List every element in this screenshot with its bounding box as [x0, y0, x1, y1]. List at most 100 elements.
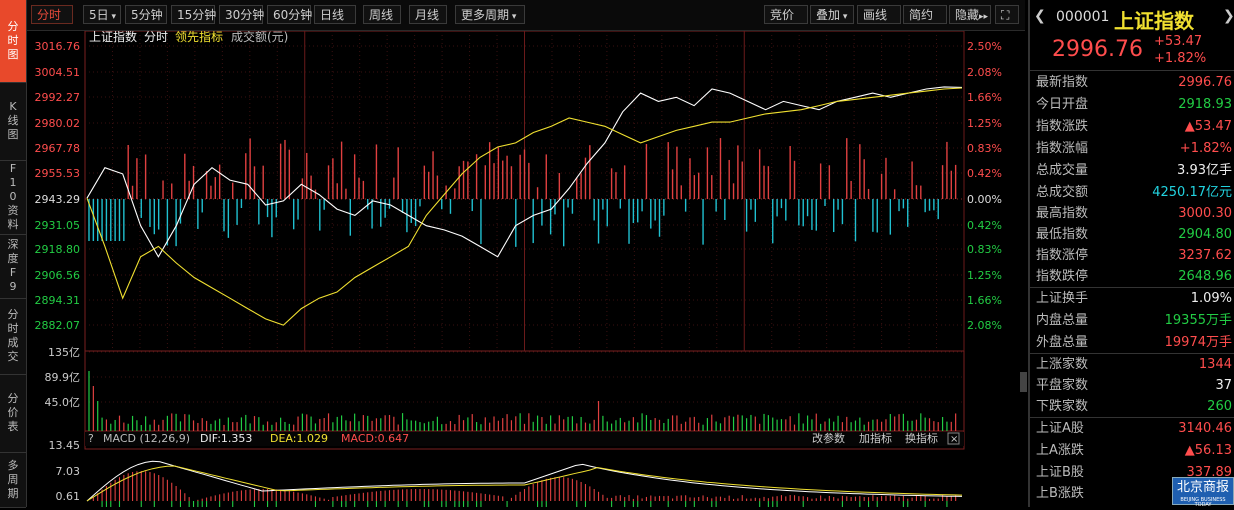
macd-action-button[interactable]: 换指标 [905, 431, 938, 445]
stat-row: 总成交额 4250.17亿元 [1034, 182, 1234, 203]
stock-name: 上证指数 [1114, 9, 1194, 33]
pct-tick-label: 1.66% [967, 91, 1002, 104]
pct-tick-label: 0.00% [967, 193, 1002, 206]
price-tick-label: 3004.51 [35, 66, 81, 79]
stat-label: 内盘总量 [1036, 313, 1089, 328]
stat-row: 上涨家数 1344 [1034, 354, 1234, 375]
period-button-1[interactable]: 5日 ▾ [83, 5, 121, 24]
stat-value: 2904.80 [1178, 227, 1232, 242]
stat-label: 平盘家数 [1036, 378, 1089, 393]
stat-value: +1.82% [1179, 141, 1232, 156]
macd-action-button[interactable]: 改参数 [812, 431, 845, 445]
price-tick-label: 3016.76 [35, 40, 81, 53]
pct-tick-label: 2.08% [967, 319, 1002, 332]
macd-action-button[interactable]: 加指标 [859, 431, 892, 445]
close-icon-glyph: × [950, 434, 958, 445]
nav-tab-0[interactable]: 分时图 [0, 0, 26, 83]
stat-label: 外盘总量 [1036, 335, 1089, 350]
period-toolbar: 分时 5日 ▾ 5分钟 15分钟 30分钟 60分钟 日线 周线 月线 更多周期 ▾ 竞价 叠加 ▾ 画… [27, 0, 1025, 31]
stat-value: 37 [1215, 378, 1232, 393]
price-tick-label: 2980.02 [35, 117, 81, 130]
period-label: 60分钟 [273, 8, 313, 22]
period-label: 30分钟 [225, 8, 265, 22]
tool-button-4[interactable]: 隐藏▸▸ [949, 5, 991, 24]
stat-label: 上A涨跌 [1036, 443, 1084, 458]
macd-tick-label: 7.03 [56, 465, 81, 478]
tool-button-1[interactable]: 叠加 ▾ [810, 5, 854, 24]
price-tick-label: 2955.53 [35, 167, 81, 180]
stat-row: 内盘总量 19355万手 [1034, 310, 1234, 331]
panel-collapse-handle[interactable] [1020, 372, 1027, 392]
pct-tick-label: 1.25% [967, 117, 1002, 130]
tool-button-3[interactable]: 简约 [903, 5, 947, 24]
nav-next-icon[interactable]: ❯ [1223, 8, 1234, 24]
stat-value: 2996.76 [1178, 75, 1232, 90]
pct-tick-label: 0.42% [967, 219, 1002, 232]
price-tick-label: 2967.78 [35, 142, 81, 155]
period-label: 更多周期 [461, 8, 510, 22]
period-button-5[interactable]: 60分钟 [267, 5, 313, 24]
nav-tab-label: 多周期 [7, 458, 19, 500]
stat-row: 今日开盘 2918.93 [1034, 94, 1234, 115]
expand-icon: ▸▸ [979, 12, 989, 22]
nav-tab-3[interactable]: 深度F9 [0, 234, 26, 299]
stat-value: 19355万手 [1164, 313, 1232, 328]
stat-value: ▲53.47 [1184, 119, 1232, 134]
stat-row: 最新指数 2996.76 [1034, 72, 1234, 93]
period-button-0[interactable]: 分时 [31, 5, 73, 24]
chevron-down-icon: ▾ [108, 12, 117, 22]
tool-button-0[interactable]: 竞价 [764, 5, 808, 24]
period-button-6[interactable]: 日线 [314, 5, 356, 24]
nav-tab-6[interactable]: 多周期 [0, 452, 26, 508]
legend-name: 上证指数 [89, 31, 137, 44]
price-tick-label: 2931.05 [35, 219, 81, 232]
stat-row: 指数涨跌 ▲53.47 [1034, 116, 1234, 137]
period-button-2[interactable]: 5分钟 [125, 5, 167, 24]
stat-label: 指数跌停 [1036, 269, 1089, 284]
nav-tab-4[interactable]: 分时成交 [0, 298, 26, 375]
period-button-9[interactable]: 更多周期 ▾ [455, 5, 525, 24]
legend-lead: 领先指标 [175, 31, 223, 44]
period-button-3[interactable]: 15分钟 [171, 5, 216, 24]
tool-label: 简约 [909, 8, 934, 22]
nav-tab-1[interactable]: K线图 [0, 82, 26, 161]
nav-prev-icon[interactable]: ❮ [1034, 8, 1046, 24]
stat-label: 上B涨跌 [1036, 486, 1084, 501]
stat-label: 上证A股 [1036, 421, 1084, 436]
nav-tab-2[interactable]: F10资料 [0, 160, 26, 235]
nav-tab-label: F10资料 [7, 162, 19, 231]
stat-label: 指数涨跌 [1036, 119, 1089, 134]
beijing-business-logo: 北京商报 BEIJING BUSINESS TODAY [1172, 477, 1234, 508]
stat-label: 下跌家数 [1036, 399, 1089, 414]
period-label: 5日 [89, 8, 109, 22]
volume-tick-label: 89.9亿 [45, 371, 81, 384]
pct-tick-label: 1.66% [967, 294, 1002, 307]
stat-label: 今日开盘 [1036, 97, 1089, 112]
price-tick-label: 2918.80 [35, 243, 81, 256]
stat-label: 上证换手 [1036, 291, 1089, 306]
stat-label: 最高指数 [1036, 206, 1089, 221]
pct-tick-label: 1.25% [967, 269, 1002, 282]
period-button-4[interactable]: 30分钟 [219, 5, 265, 24]
macd-tick-label: 0.61 [56, 490, 81, 503]
period-button-7[interactable]: 周线 [363, 5, 401, 24]
price-tick-label: 2906.56 [35, 269, 81, 282]
period-button-8[interactable]: 月线 [409, 5, 447, 24]
stat-row: 指数涨停 3237.62 [1034, 245, 1234, 266]
stat-label: 指数涨幅 [1036, 141, 1089, 156]
fullscreen-icon[interactable]: ⛶ [995, 5, 1019, 24]
stat-value: 3140.46 [1178, 421, 1232, 436]
stat-row: 上A涨跌 ▲56.13 [1034, 440, 1234, 461]
tool-button-2[interactable]: 画线 [857, 5, 901, 24]
volume-tick-label: 45.0亿 [45, 396, 81, 409]
intraday-chart[interactable]: 3016.76 3004.51 2992.27 2980.02 2967.78 2955.… [27, 29, 1025, 507]
pct-tick-label: 2.08% [967, 66, 1002, 79]
tool-label: 叠加 [816, 8, 841, 22]
stat-value: 3237.62 [1178, 248, 1232, 263]
nav-tab-5[interactable]: 分价表 [0, 374, 26, 453]
stat-value: 1.09% [1190, 291, 1232, 306]
stat-row: 总成交量 3.93亿手 [1034, 160, 1234, 181]
price-tick-label: 2894.31 [35, 294, 81, 307]
macd-title: MACD (12,26,9) [103, 432, 190, 445]
stat-value: 3000.30 [1178, 206, 1232, 221]
